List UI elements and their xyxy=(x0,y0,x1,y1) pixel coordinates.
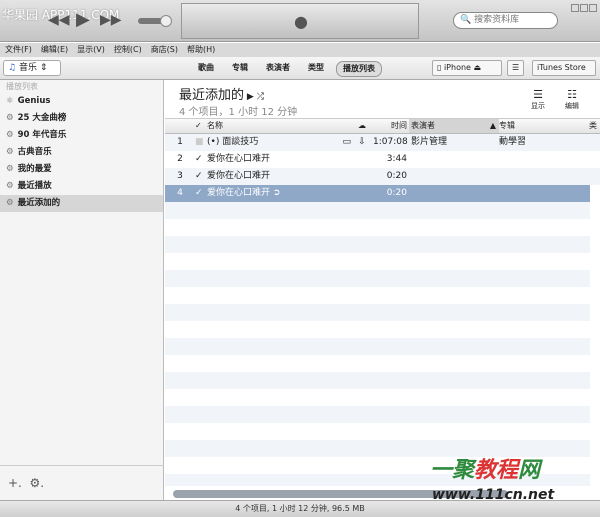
column-check[interactable]: ✓ xyxy=(195,119,207,133)
menu-help[interactable]: 帮助(H) xyxy=(187,43,215,57)
menu-edit[interactable]: 编辑(E) xyxy=(41,43,68,57)
table-row[interactable]: 3 ✓ 爱你在心口难开 0:20 xyxy=(165,168,600,185)
playlist-view: 最近添加的 ▶ ⤮ 4 个项目，1 小时 12 分钟 ☰ 显示 ☷ 编辑 ✓ 名称 … xyxy=(165,80,600,500)
podcast-icon: (•) xyxy=(207,137,220,147)
sort-ascending-icon: ▲ xyxy=(489,121,496,130)
column-name[interactable]: 名称 xyxy=(207,119,351,133)
minimize-button[interactable] xyxy=(571,4,579,12)
tab-artists[interactable]: 表演者 xyxy=(260,61,296,77)
table-row[interactable]: 1 ■ (•) 面談技巧 ▭ ⇩ 1:07:08 影片管理 動學習 xyxy=(165,134,600,151)
edit-button[interactable]: ☷ 编辑 xyxy=(565,88,579,111)
playlist-summary: 4 个项目，1 小时 12 分钟 xyxy=(179,107,298,118)
sidebar: 播放列表 ⚛ Genius ⚙ 25 大金曲榜 ⚙ 90 年代音乐 ⚙ 古典音乐 ⚙ 我的… xyxy=(0,80,164,500)
row-checkbox[interactable]: ✓ xyxy=(195,151,207,168)
play-button[interactable]: ▶ xyxy=(76,9,90,30)
tab-playlists[interactable]: 播放列表 xyxy=(336,61,382,77)
sidebar-item-favorites[interactable]: ⚙ 我的最爱 xyxy=(0,161,163,178)
sidebar-item-genius[interactable]: ⚛ Genius xyxy=(0,93,163,110)
column-time[interactable]: 时间 xyxy=(373,119,409,133)
page-title: 最近添加的 xyxy=(179,88,245,103)
table-header: ✓ 名称 ☁ 时间 表演者 ▲ 专辑 类 xyxy=(165,119,600,134)
watermark-url: www.111cn.net xyxy=(432,487,555,503)
cloud-icon[interactable]: ☁ xyxy=(351,119,373,133)
add-playlist-button[interactable]: +. xyxy=(8,476,22,490)
tab-genres[interactable]: 类型 xyxy=(302,61,330,77)
gear-icon: ⚙ xyxy=(6,164,14,174)
table-row-selected[interactable]: 4 ✓ 爱你在心口难开 ➲ 0:20 xyxy=(165,185,590,202)
show-button[interactable]: ☰ 显示 xyxy=(531,88,545,111)
row-checkbox[interactable]: ✓ xyxy=(195,185,207,202)
tab-albums[interactable]: 专辑 xyxy=(226,61,254,77)
video-icon: ▭ xyxy=(342,137,351,147)
menu-controls[interactable]: 控制(C) xyxy=(114,43,142,57)
close-button[interactable] xyxy=(589,4,597,12)
previous-button[interactable]: ◀◀ xyxy=(48,12,70,28)
menu-view[interactable]: 显示(V) xyxy=(77,43,105,57)
column-genre[interactable]: 类 xyxy=(589,119,600,133)
gear-icon: ⚙ xyxy=(6,113,14,123)
sidebar-item-recently-played[interactable]: ⚙ 最近播放 xyxy=(0,178,163,195)
list-menu-button[interactable]: ☰ xyxy=(507,60,525,76)
row-checkbox[interactable]: ✓ xyxy=(195,168,207,185)
volume-slider[interactable] xyxy=(138,15,172,27)
edit-icon: ☷ xyxy=(567,88,577,101)
show-icon: ☰ xyxy=(533,88,543,101)
genius-icon: ⚛ xyxy=(6,96,14,106)
nav-bar: ♫ 音乐 ⇕ 歌曲 专辑 表演者 类型 播放列表 ▯ iPhone ⏏ ☰ iT… xyxy=(0,57,600,80)
row-checkbox[interactable]: ■ xyxy=(195,134,207,151)
sidebar-item-classical[interactable]: ⚙ 古典音乐 xyxy=(0,144,163,161)
music-note-icon: ♫ xyxy=(8,63,17,73)
gear-icon: ⚙ xyxy=(6,198,14,208)
maximize-button[interactable] xyxy=(580,4,588,12)
arrow-circle-icon[interactable]: ➲ xyxy=(273,188,281,198)
sidebar-header: 播放列表 xyxy=(6,82,38,91)
menu-file[interactable]: 文件(F) xyxy=(5,43,32,57)
gear-icon: ⚙ xyxy=(6,181,14,191)
tab-songs[interactable]: 歌曲 xyxy=(192,61,220,77)
shuffle-button[interactable]: ⤮ xyxy=(257,92,264,102)
next-button[interactable]: ▶▶ xyxy=(100,12,122,28)
watermark-logo: 一聚教程网 xyxy=(430,458,541,483)
empty-rows xyxy=(165,202,590,486)
player-toolbar: 华果园 APP111.COM ◀◀ ▶ ▶▶ ● 🔍 搜索资料库 xyxy=(0,0,600,42)
menu-store[interactable]: 商店(S) xyxy=(151,43,178,57)
column-artist[interactable]: 表演者 ▲ xyxy=(409,119,499,133)
library-selector[interactable]: ♫ 音乐 ⇕ xyxy=(3,60,61,76)
now-playing-display: ● xyxy=(181,3,419,39)
search-input[interactable]: 🔍 搜索资料库 xyxy=(453,12,558,29)
column-album[interactable]: 专辑 xyxy=(499,119,589,133)
eject-icon[interactable]: ⏏ xyxy=(474,63,482,72)
menu-bar: 文件(F) 编辑(E) 显示(V) 控制(C) 商店(S) 帮助(H) xyxy=(0,43,600,57)
settings-gear-button[interactable]: ⚙. xyxy=(30,476,45,490)
play-playlist-button[interactable]: ▶ xyxy=(247,92,254,102)
sidebar-item-recently-added[interactable]: ⚙ 最近添加的 xyxy=(0,195,163,212)
cloud-download-icon[interactable]: ⇩ xyxy=(351,134,373,151)
apple-logo-icon: ● xyxy=(294,12,308,31)
sidebar-item-top25[interactable]: ⚙ 25 大金曲榜 xyxy=(0,110,163,127)
gear-icon: ⚙ xyxy=(6,130,14,140)
sidebar-item-90s[interactable]: ⚙ 90 年代音乐 xyxy=(0,127,163,144)
table-row[interactable]: 2 ✓ 爱你在心口难开 3:44 xyxy=(165,151,600,168)
iphone-button[interactable]: ▯ iPhone ⏏ xyxy=(432,60,502,76)
itunes-store-button[interactable]: iTunes Store xyxy=(532,60,596,76)
gear-icon: ⚙ xyxy=(6,147,14,157)
